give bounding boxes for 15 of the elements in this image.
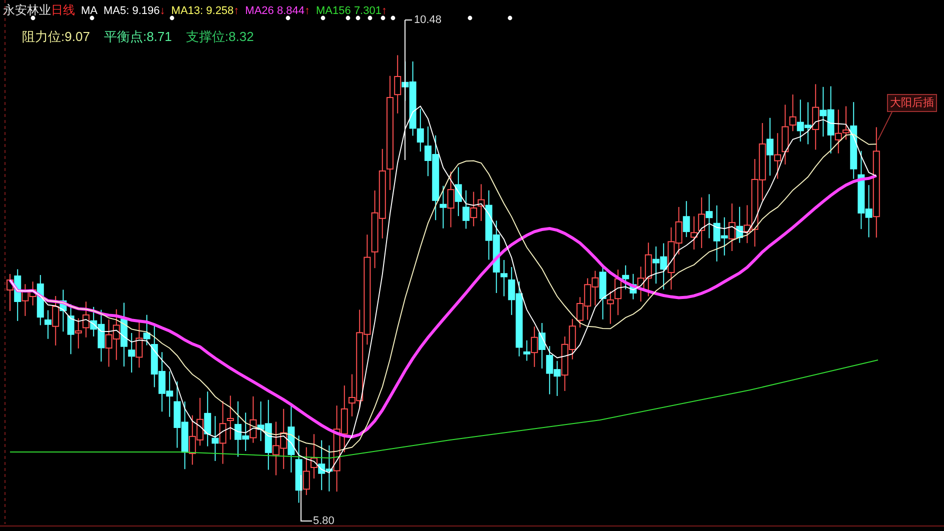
price-level-reading: 平衡点:8.71	[104, 28, 172, 46]
indicator-label: MA	[81, 4, 98, 18]
stock-name: 永安林业	[3, 3, 51, 17]
moving-average-reading: MA5: 9.196↓	[104, 4, 166, 18]
low-price-label: 5.80	[313, 515, 334, 527]
leader-line	[300, 474, 312, 522]
period-label: 日线	[51, 3, 75, 17]
price-level-reading: 支撑位:8.32	[186, 28, 254, 46]
signal-label: 大阳后插	[887, 94, 937, 112]
moving-average-reading: MA26 8.844↑	[245, 4, 310, 18]
price-level-reading: 阻力位:9.07	[22, 28, 90, 46]
leader-line	[878, 112, 892, 140]
moving-average-reading: MA156 7.301↑	[316, 4, 387, 18]
moving-average-reading: MA13: 9.258↑	[171, 4, 240, 18]
high-price-label: 10.48	[414, 14, 442, 26]
